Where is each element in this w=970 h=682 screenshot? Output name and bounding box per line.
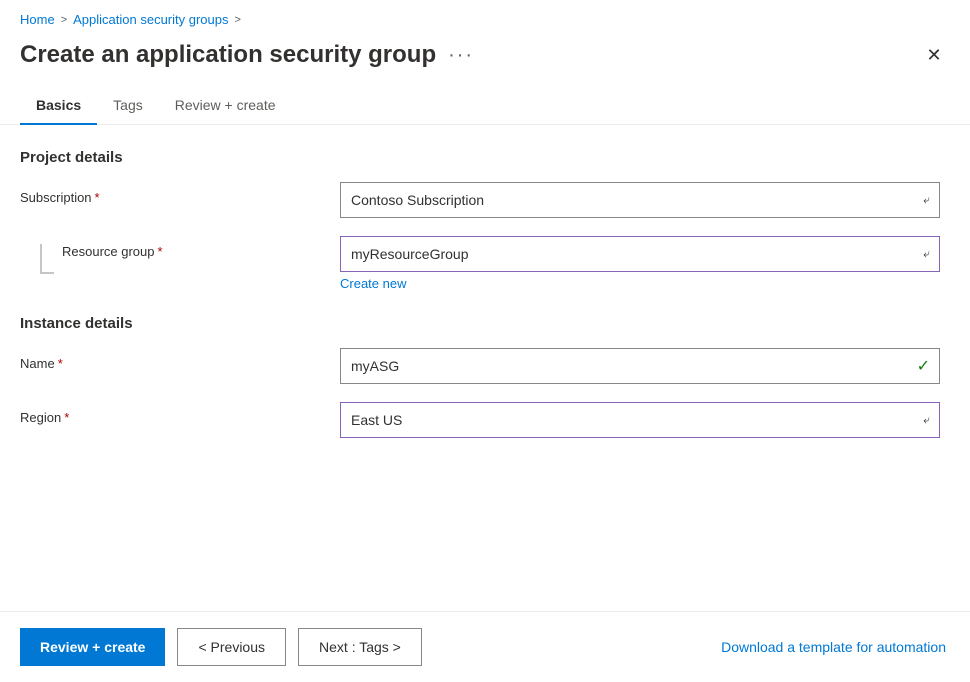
tabs-container: Basics Tags Review + create — [0, 87, 970, 125]
more-options-icon[interactable]: ··· — [448, 44, 474, 67]
region-required: * — [64, 410, 69, 425]
breadcrumb-sep-1: > — [61, 14, 67, 26]
tab-basics[interactable]: Basics — [20, 87, 97, 125]
name-valid-icon: ✓ — [917, 356, 930, 376]
breadcrumb-sep-2: > — [234, 14, 240, 26]
region-label: Region * — [20, 410, 340, 425]
subscription-required: * — [95, 190, 100, 205]
name-group: Name * ✓ — [20, 348, 950, 384]
breadcrumb: Home > Application security groups > — [0, 0, 970, 35]
form-body: Project details Subscription * Contoso S… — [0, 149, 970, 438]
name-field-wrapper: ✓ — [340, 348, 940, 384]
rg-bracket — [40, 244, 54, 274]
instance-details-title: Instance details — [20, 315, 950, 332]
subscription-group: Subscription * Contoso Subscription ⤶ — [20, 182, 950, 218]
review-create-button[interactable]: Review + create — [20, 628, 165, 666]
region-group: Region * East US West US West Europe ⤶ — [20, 402, 950, 438]
resource-group-select[interactable]: myResourceGroup — [340, 236, 940, 272]
breadcrumb-section[interactable]: Application security groups — [73, 12, 228, 27]
tab-review-create[interactable]: Review + create — [159, 87, 292, 125]
next-button[interactable]: Next : Tags > — [298, 628, 422, 666]
name-required: * — [58, 356, 63, 371]
resource-group-required: * — [158, 244, 163, 259]
footer: Review + create < Previous Next : Tags >… — [0, 611, 970, 682]
resource-group-select-wrapper: myResourceGroup ⤶ — [340, 236, 940, 272]
project-details-title: Project details — [20, 149, 950, 166]
resource-group-group: Resource group * myResourceGroup ⤶ Creat… — [20, 236, 950, 291]
resource-group-label: Resource group * — [62, 244, 163, 259]
close-button[interactable]: ✕ — [918, 39, 950, 71]
region-select[interactable]: East US West US West Europe — [340, 402, 940, 438]
page-title: Create an application security group — [20, 41, 436, 69]
name-label: Name * — [20, 356, 340, 371]
download-template-link[interactable]: Download a template for automation — [717, 631, 950, 663]
previous-button[interactable]: < Previous — [177, 628, 286, 666]
region-select-wrapper: East US West US West Europe ⤶ — [340, 402, 940, 438]
create-new-link[interactable]: Create new — [340, 276, 406, 291]
breadcrumb-home[interactable]: Home — [20, 12, 55, 27]
tab-tags[interactable]: Tags — [97, 87, 159, 125]
subscription-label: Subscription * — [20, 190, 340, 205]
page-header: Create an application security group ···… — [0, 35, 970, 87]
subscription-select-wrapper: Contoso Subscription ⤶ — [340, 182, 940, 218]
subscription-select[interactable]: Contoso Subscription — [340, 182, 940, 218]
name-input[interactable] — [340, 348, 940, 384]
